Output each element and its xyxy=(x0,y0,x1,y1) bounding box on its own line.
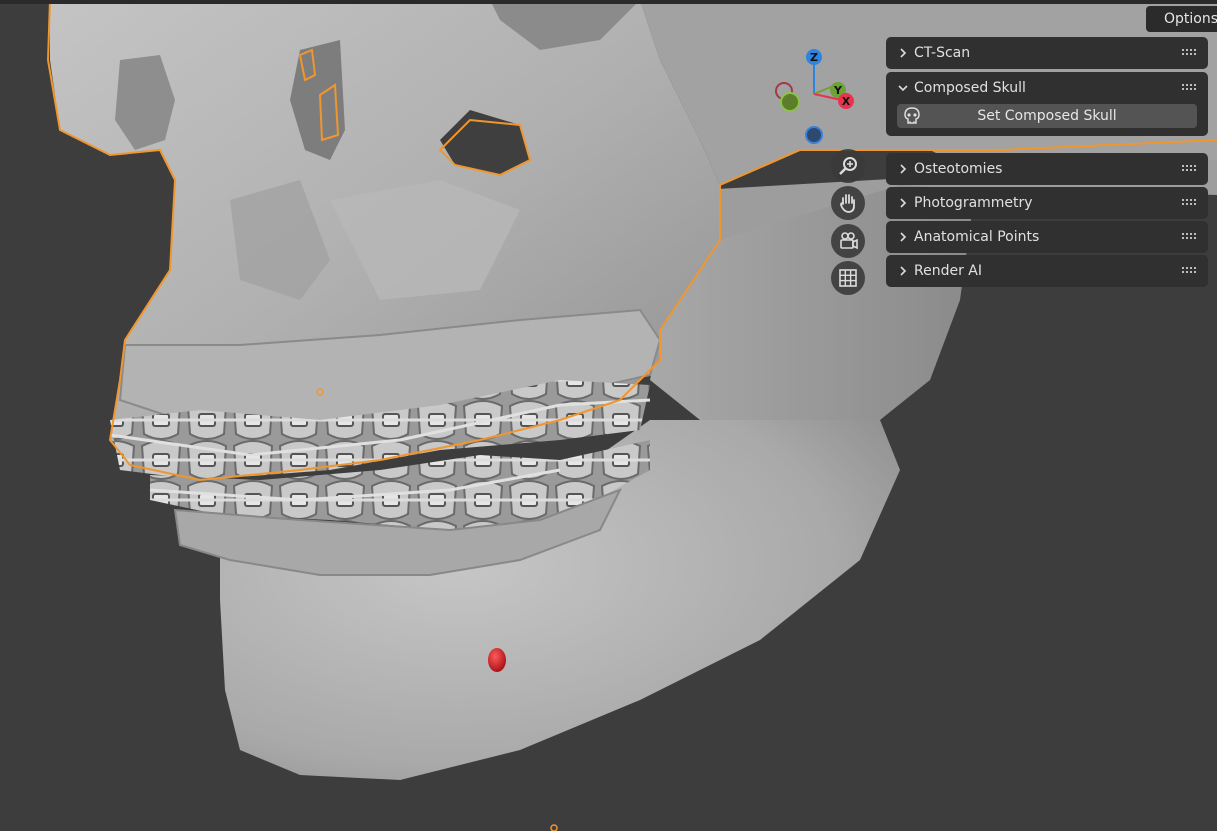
3d-viewport[interactable]: Z Y X Options CT-Scan Composed Skull Set… xyxy=(0,0,1217,831)
neg-z-axis-handle[interactable] xyxy=(805,126,823,144)
drag-handle-icon[interactable] xyxy=(1182,49,1198,57)
x-axis-label: X xyxy=(842,95,851,108)
zoom-button[interactable] xyxy=(831,149,865,183)
panel-title: Composed Skull xyxy=(914,80,1026,96)
panel-title: Render AI xyxy=(914,263,982,279)
panel-osteotomies[interactable]: Osteotomies xyxy=(886,153,1208,185)
panel-composed-skull[interactable]: Composed Skull Set Composed Skull xyxy=(886,72,1208,136)
grid-view-button[interactable] xyxy=(831,261,865,295)
panel-ct-scan[interactable]: CT-Scan xyxy=(886,37,1208,69)
drag-handle-icon[interactable] xyxy=(1182,233,1198,241)
chevron-right-icon xyxy=(896,230,910,244)
panel-header-photogrammetry[interactable]: Photogrammetry xyxy=(886,187,1208,219)
panel-header-anatomical-points[interactable]: Anatomical Points xyxy=(886,221,1208,253)
panel-title: Osteotomies xyxy=(914,161,1003,177)
panel-title: CT-Scan xyxy=(914,45,971,61)
panel-header-render-ai[interactable]: Render AI xyxy=(886,255,1208,287)
zoom-icon xyxy=(839,157,857,175)
chevron-down-icon xyxy=(896,81,910,95)
neg-y-axis-handle[interactable] xyxy=(780,92,800,112)
set-composed-skull-button[interactable]: Set Composed Skull xyxy=(897,104,1197,128)
drag-handle-icon[interactable] xyxy=(1182,84,1198,92)
drag-handle-icon[interactable] xyxy=(1182,165,1198,173)
drag-handle-icon[interactable] xyxy=(1182,199,1198,207)
panel-anatomical-points[interactable]: Anatomical Points xyxy=(886,221,1208,253)
pan-hand-icon xyxy=(840,194,855,213)
drag-handle-icon[interactable] xyxy=(1182,267,1198,275)
options-button[interactable]: Options xyxy=(1146,6,1217,32)
set-composed-skull-label: Set Composed Skull xyxy=(977,108,1117,124)
orientation-gizmo[interactable]: Z Y X xyxy=(770,44,860,144)
chevron-right-icon xyxy=(896,196,910,210)
grid-icon xyxy=(839,269,857,287)
panel-photogrammetry[interactable]: Photogrammetry xyxy=(886,187,1208,219)
camera-view-button[interactable] xyxy=(831,224,865,258)
header-strip xyxy=(0,0,1217,4)
landmark-point[interactable] xyxy=(488,648,506,672)
panel-body-composed-skull: Set Composed Skull xyxy=(886,104,1208,136)
panel-header-ct-scan[interactable]: CT-Scan xyxy=(886,37,1208,69)
panel-header-composed-skull[interactable]: Composed Skull xyxy=(886,72,1208,104)
skull-icon xyxy=(904,107,920,124)
pan-button[interactable] xyxy=(831,186,865,220)
z-axis-label: Z xyxy=(810,51,818,64)
panel-render-ai[interactable]: Render AI xyxy=(886,255,1208,287)
chevron-right-icon xyxy=(896,264,910,278)
chevron-right-icon xyxy=(896,46,910,60)
chevron-right-icon xyxy=(896,162,910,176)
panel-header-osteotomies[interactable]: Osteotomies xyxy=(886,153,1208,185)
panel-title: Photogrammetry xyxy=(914,195,1033,211)
camera-icon xyxy=(840,232,858,250)
panel-title: Anatomical Points xyxy=(914,229,1040,245)
